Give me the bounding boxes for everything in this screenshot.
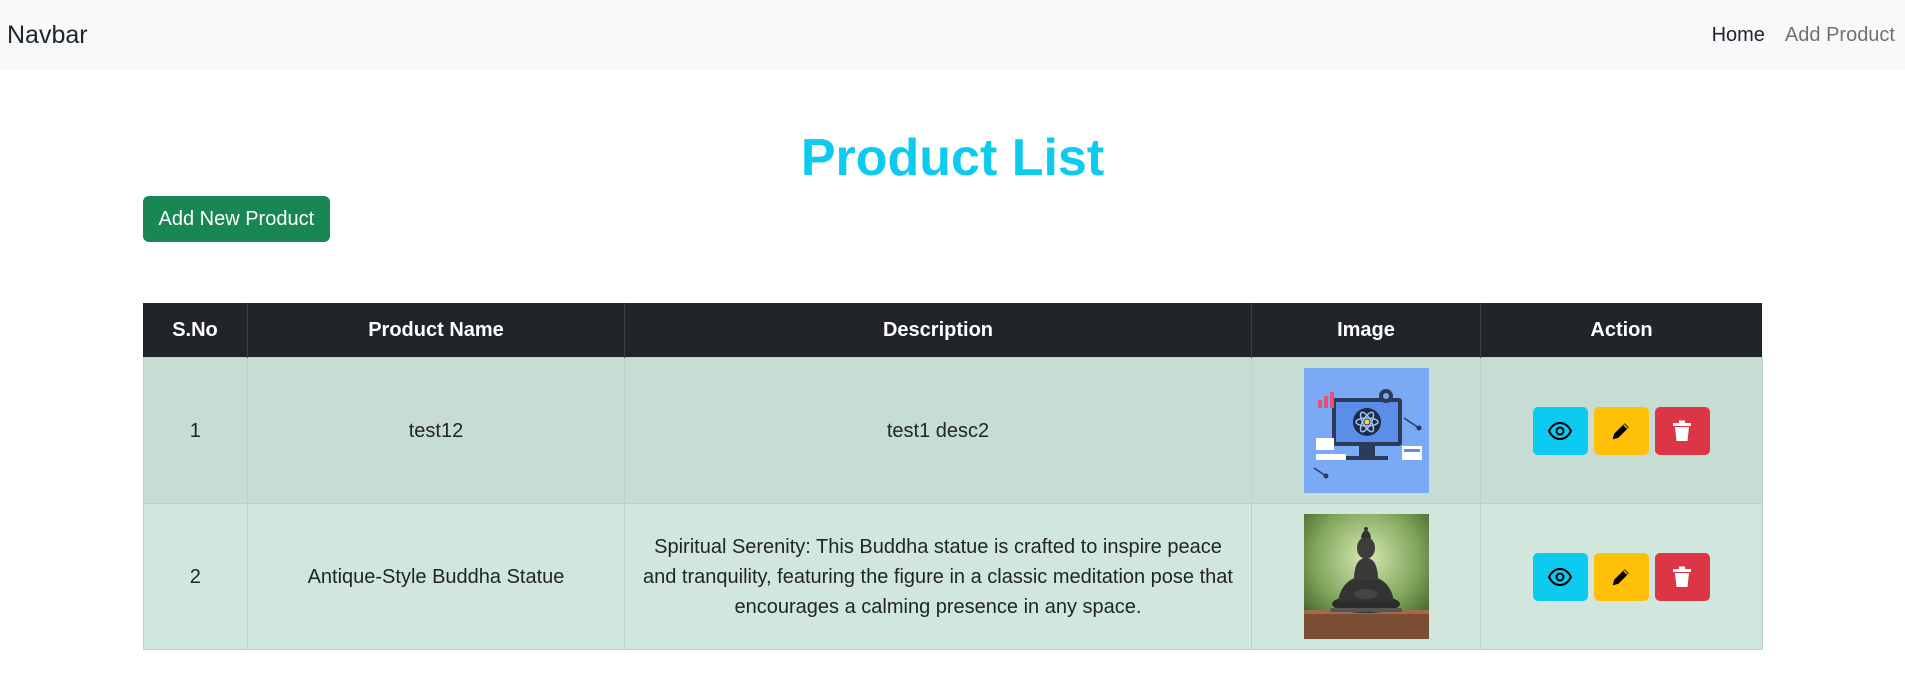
- nav-link-add-product[interactable]: Add Product: [1785, 24, 1895, 47]
- header-sno: S.No: [143, 303, 248, 358]
- cell-image: [1251, 503, 1481, 650]
- header-action: Action: [1480, 303, 1762, 358]
- add-new-product-button[interactable]: Add New Product: [142, 196, 331, 242]
- cell-product-name: Antique-Style Buddha Statue: [247, 503, 625, 650]
- main-container: Product List Add New Product S.No Produc…: [142, 70, 1763, 650]
- cell-actions: [1480, 357, 1763, 504]
- view-icon: [1548, 421, 1573, 440]
- table-row: 1 test12 test1 desc2: [142, 357, 1763, 504]
- cell-image: [1251, 357, 1481, 504]
- navbar-brand[interactable]: Navbar: [7, 21, 88, 50]
- action-buttons: [1493, 406, 1750, 455]
- header-product-name: Product Name: [247, 303, 625, 358]
- navbar: Navbar Home Add Product: [0, 0, 1905, 70]
- cell-sno: 1: [142, 357, 248, 504]
- cell-product-name: test12: [247, 357, 625, 504]
- edit-button[interactable]: [1593, 406, 1649, 455]
- delete-icon: [1673, 566, 1692, 587]
- edit-icon: [1613, 422, 1630, 439]
- tech-illustration-image: [1303, 368, 1429, 493]
- view-button[interactable]: [1532, 552, 1588, 601]
- delete-icon: [1673, 420, 1692, 441]
- page-title: Product List: [800, 129, 1105, 187]
- nav-links: Home Add Product: [1712, 24, 1895, 47]
- cell-actions: [1480, 503, 1763, 650]
- edit-icon: [1613, 568, 1630, 585]
- nav-link-home[interactable]: Home: [1712, 24, 1765, 47]
- delete-button[interactable]: [1654, 552, 1710, 601]
- edit-button[interactable]: [1593, 552, 1649, 601]
- header-description: Description: [624, 303, 1252, 358]
- table-header-row: S.No Product Name Description Image Acti…: [143, 303, 1762, 358]
- cell-description: test1 desc2: [624, 357, 1252, 504]
- product-table: S.No Product Name Description Image Acti…: [142, 303, 1763, 650]
- cell-sno: 2: [142, 503, 248, 650]
- view-button[interactable]: [1532, 406, 1588, 455]
- cell-description: Spiritual Serenity: This Buddha statue i…: [624, 503, 1252, 650]
- header-image: Image: [1251, 303, 1481, 358]
- delete-button[interactable]: [1654, 406, 1710, 455]
- view-icon: [1548, 567, 1573, 586]
- table-row: 2 Antique-Style Buddha Statue Spiritual …: [142, 503, 1763, 650]
- buddha-statue-image: [1303, 514, 1429, 639]
- action-buttons: [1493, 552, 1750, 601]
